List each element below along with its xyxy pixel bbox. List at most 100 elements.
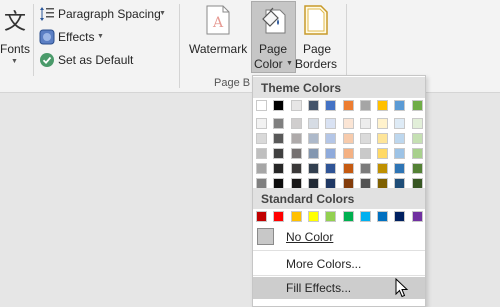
more-colors-item[interactable]: More Colors... [253, 253, 425, 275]
page-color-label-line1: Page [259, 42, 288, 56]
fonts-dropdown-caret-icon: ▼ [11, 58, 18, 65]
paragraph-spacing-button[interactable]: Paragraph Spacing ▼ [38, 5, 168, 25]
no-color-swatch-icon [257, 228, 274, 245]
theme-color-swatch[interactable] [325, 163, 337, 174]
theme-color-swatch[interactable] [256, 163, 267, 174]
page-color-dropdown: Theme Colors Standard Colors No Color Mo… [252, 75, 426, 307]
standard-color-swatch[interactable] [359, 211, 371, 222]
theme-color-swatch[interactable] [256, 118, 267, 129]
no-color-label: No Color [286, 230, 334, 244]
theme-color-swatch[interactable] [290, 100, 302, 111]
theme-color-swatch[interactable] [394, 163, 406, 174]
page-borders-label-line2: Borders [295, 57, 338, 71]
theme-color-swatch[interactable] [377, 118, 389, 129]
theme-color-swatch[interactable] [411, 118, 423, 129]
page-borders-label-line1: Page [303, 42, 332, 56]
theme-color-swatch[interactable] [342, 118, 354, 129]
fonts-icon: 文 [4, 10, 27, 35]
ribbon-separator [179, 4, 180, 88]
theme-color-swatch[interactable] [359, 118, 371, 129]
watermark-label: Watermark [189, 42, 248, 56]
paragraph-spacing-label: Paragraph Spacing [58, 7, 161, 21]
theme-color-swatch[interactable] [377, 148, 389, 159]
theme-color-swatch[interactable] [307, 163, 319, 174]
more-colors-label: More Colors... [286, 257, 362, 271]
svg-text:A: A [212, 15, 224, 31]
theme-color-swatch[interactable] [325, 148, 337, 159]
theme-color-swatch[interactable] [359, 100, 371, 111]
theme-color-swatch[interactable] [256, 100, 267, 111]
standard-colors-header: Standard Colors [253, 188, 425, 209]
theme-color-swatch[interactable] [377, 163, 389, 174]
standard-color-swatch[interactable] [411, 211, 423, 222]
checkmark-icon [40, 53, 54, 67]
theme-color-swatch[interactable] [377, 133, 389, 144]
theme-color-swatch[interactable] [290, 118, 302, 129]
theme-color-swatch[interactable] [342, 100, 354, 111]
theme-color-swatch[interactable] [325, 100, 337, 111]
theme-color-swatch[interactable] [290, 163, 302, 174]
theme-color-swatch[interactable] [359, 163, 371, 174]
page-borders-icon [304, 5, 328, 35]
theme-color-swatch[interactable] [359, 133, 371, 144]
standard-color-swatch[interactable] [307, 211, 319, 222]
theme-color-swatch[interactable] [256, 133, 267, 144]
standard-color-swatch[interactable] [290, 211, 302, 222]
theme-colors-header: Theme Colors [253, 77, 425, 98]
page-color-label-line2: Color [254, 57, 283, 71]
theme-color-swatch[interactable] [342, 163, 354, 174]
theme-color-swatch[interactable] [359, 148, 371, 159]
theme-color-swatch[interactable] [307, 148, 319, 159]
theme-color-swatch[interactable] [342, 133, 354, 144]
theme-color-swatch[interactable] [325, 133, 337, 144]
theme-color-swatch[interactable] [342, 148, 354, 159]
effects-caret-icon: ▼ [97, 33, 104, 40]
page-borders-button[interactable]: Page Borders [295, 2, 338, 74]
fonts-button[interactable]: 文 Fonts ▼ [0, 0, 30, 72]
theme-color-swatch[interactable] [411, 163, 423, 174]
theme-color-swatch[interactable] [273, 100, 285, 111]
theme-color-swatch[interactable] [411, 133, 423, 144]
theme-color-swatch[interactable] [411, 100, 423, 111]
theme-color-swatch[interactable] [394, 148, 406, 159]
paragraph-spacing-caret-icon: ▼ [159, 10, 166, 17]
standard-color-swatch[interactable] [342, 211, 354, 222]
mouse-cursor-icon [395, 278, 409, 298]
theme-color-swatch[interactable] [290, 133, 302, 144]
theme-color-swatch[interactable] [325, 118, 337, 129]
standard-color-swatch[interactable] [273, 211, 285, 222]
effects-icon [39, 29, 55, 45]
theme-color-swatch[interactable] [307, 118, 319, 129]
effects-label: Effects [58, 30, 95, 44]
standard-color-swatch[interactable] [377, 211, 389, 222]
theme-color-swatch[interactable] [394, 100, 406, 111]
paint-bucket-icon [262, 7, 286, 34]
theme-color-swatch[interactable] [273, 163, 285, 174]
watermark-button[interactable]: A Watermark [186, 2, 250, 74]
effects-button[interactable]: Effects ▼ [38, 28, 108, 48]
theme-color-swatch[interactable] [411, 148, 423, 159]
menu-divider [253, 275, 425, 276]
theme-color-swatch[interactable] [256, 148, 267, 159]
theme-color-swatch[interactable] [273, 133, 285, 144]
no-color-item[interactable]: No Color [253, 226, 425, 248]
theme-color-swatch[interactable] [273, 118, 285, 129]
watermark-icon: A [206, 5, 230, 35]
standard-color-swatch[interactable] [325, 211, 337, 222]
theme-color-swatch[interactable] [394, 118, 406, 129]
page-color-caret-icon: ▼ [286, 60, 293, 67]
theme-color-swatch[interactable] [307, 133, 319, 144]
menu-divider [253, 250, 425, 251]
page-color-button[interactable]: Page Color ▼ [251, 1, 296, 73]
fill-effects-label: Fill Effects... [286, 281, 352, 295]
theme-color-swatch[interactable] [394, 133, 406, 144]
theme-color-swatch[interactable] [307, 100, 319, 111]
theme-color-swatch[interactable] [273, 148, 285, 159]
set-as-default-button[interactable]: Set as Default [38, 51, 138, 71]
set-as-default-label: Set as Default [58, 53, 134, 67]
standard-color-swatch[interactable] [256, 211, 267, 222]
theme-color-swatch[interactable] [377, 100, 389, 111]
theme-color-swatch[interactable] [290, 148, 302, 159]
standard-color-swatch[interactable] [394, 211, 406, 222]
fonts-label: Fonts [0, 42, 31, 56]
